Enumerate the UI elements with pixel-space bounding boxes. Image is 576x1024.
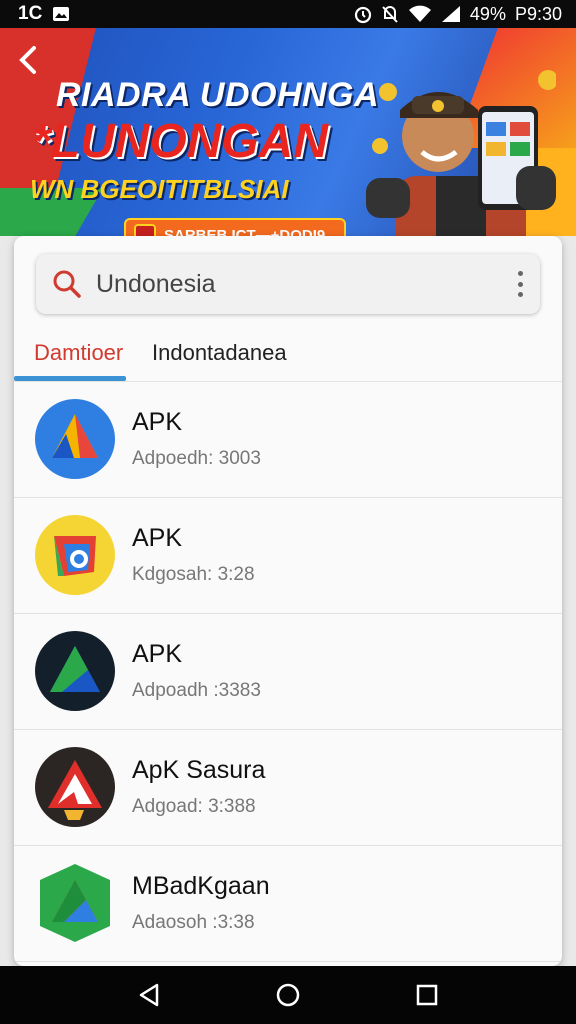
list-item[interactable]: MBadKgaan Adaosoh :3:38 [14,846,562,962]
status-time: 1C [18,3,43,24]
app-subtitle: Adaosoh :3:38 [132,912,255,933]
app-triangle-red-icon [35,747,115,827]
search-icon [53,270,81,298]
app-subtitle: Adgoad: 3:388 [132,796,256,817]
wifi-icon [408,5,431,22]
list-item[interactable]: ApK Sasura Adgoad: 3:388 [14,730,562,846]
app-triangle-yellow-icon [35,515,115,595]
list-item[interactable]: APK Adpoedh: 3003 [14,382,562,498]
tab-first[interactable]: Damtioer [34,340,123,366]
battery-text: 49% [469,3,506,24]
badge-icon [134,224,156,236]
search-bar[interactable]: Undonesia [36,254,540,314]
app-triangle-green-icon [40,864,110,942]
app-subtitle: Adpoedh: 3003 [132,448,261,469]
banner-title-line3: WN BGEOITITBLSIAI [30,174,289,204]
home-icon [276,983,300,1007]
app-list-card: Undonesia Damtioer Indontadanea APK Adpo… [14,236,562,966]
tab-bar: Damtioer Indontadanea [14,334,562,382]
status-right-text: P9:30 [514,3,562,24]
nav-recents-button[interactable] [407,975,447,1015]
app-name: ApK Sasura [132,756,266,784]
app-triangle-dark-icon [35,631,115,711]
nav-home-button[interactable] [268,975,308,1015]
banner-title-line2: *LUNONGAN [32,115,328,168]
back-button[interactable] [16,44,52,80]
recents-icon [416,984,437,1006]
tab-indicator [14,376,126,381]
app-name: APK [132,640,183,668]
nav-back-button[interactable] [129,975,169,1015]
chevron-left-icon [19,46,36,74]
search-input[interactable]: Undonesia [96,270,516,299]
alarm-icon [354,6,372,24]
banner-pill[interactable]: SARBEB ICT—+DODI9 [124,218,346,236]
mascot-illustration [366,70,556,236]
signal-icon [441,6,460,22]
app-subtitle: Adpoadh :3383 [132,680,261,701]
list-item[interactable]: APK Adpoadh :3383 [14,614,562,730]
list-item[interactable]: APK Kdgosah: 3:28 [14,498,562,614]
system-nav-bar [0,966,576,1024]
app-name: APK [132,524,183,552]
status-bar: 1C 49% P9:30 [0,0,576,28]
back-icon [140,983,159,1007]
app-triangle-blue-icon [35,399,115,479]
app-name: MBadKgaan [132,872,270,900]
mute-icon [382,6,398,23]
banner-title-line1: RIADRA UDOHNGA [56,76,380,114]
more-options-icon[interactable] [516,271,524,297]
app-subtitle: Kdgosah: 3:28 [132,564,255,585]
promo-banner[interactable]: RIADRA UDOHNGA *LUNONGAN WN BGEOITITBLSI… [0,28,576,236]
tab-second[interactable]: Indontadanea [152,340,287,366]
gallery-icon [53,7,70,21]
app-list: APK Adpoedh: 3003 APK Kdgosah: 3:28 APK … [14,382,562,962]
app-name: APK [132,408,183,436]
banner-pill-text: SARBEB ICT—+DODI9 [164,226,326,237]
